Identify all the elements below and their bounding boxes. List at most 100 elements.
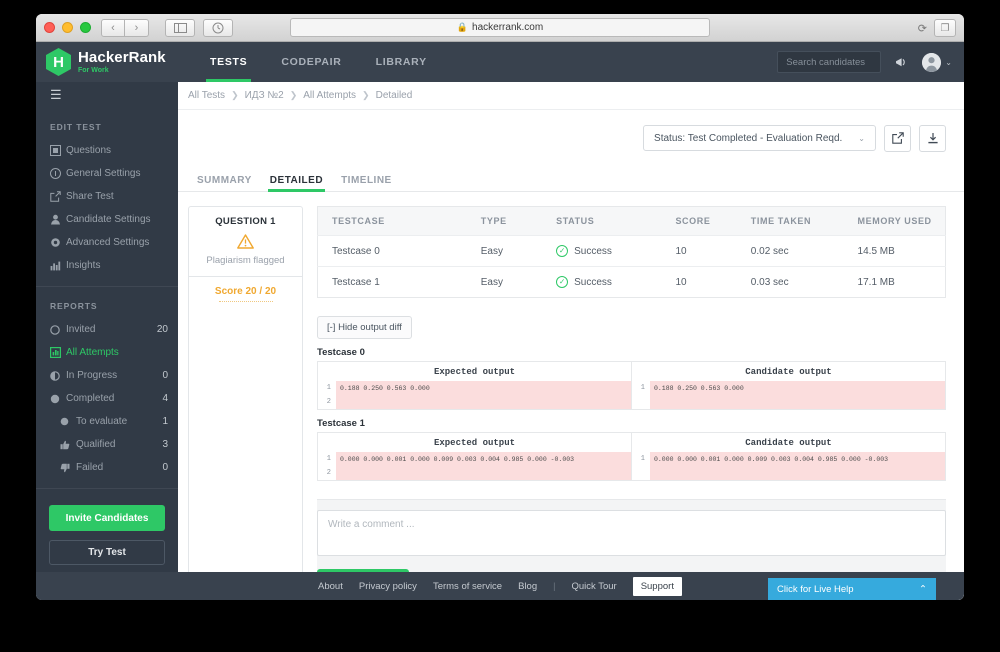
comment-input[interactable] (317, 510, 946, 556)
line-number: 2 (326, 398, 331, 406)
sidebar-item-label: Questions (66, 145, 112, 156)
sidebar-item-count: 1 (162, 416, 168, 427)
top-navigation-bar: H HackerRank For Work TESTS CODEPAIR LIB… (36, 42, 964, 82)
nav-tab-library[interactable]: LIBRARY (359, 42, 444, 82)
sidebar-item-failed[interactable]: Failed 0 (36, 456, 178, 479)
main-content: All Tests ❯ ИДЗ №2 ❯ All Attempts ❯ Deta… (178, 82, 964, 600)
sidebar-item-share-test[interactable]: Share Test (36, 185, 178, 208)
cell-score: 10 (675, 266, 751, 298)
sidebar-item-invited[interactable]: Invited 20 (36, 318, 178, 341)
reload-icon[interactable]: ⟳ (918, 22, 927, 35)
cell-time-taken: 0.02 sec (750, 235, 858, 267)
table-row[interactable]: Testcase 0 Easy ✓ Success 10 0.02 sec 14… (317, 235, 946, 267)
questions-icon (50, 145, 66, 156)
sidebar-item-general-settings[interactable]: General Settings (36, 162, 178, 185)
sidebar-item-count: 0 (162, 462, 168, 473)
try-test-button[interactable]: Try Test (49, 540, 165, 565)
browser-nav-buttons[interactable]: ‹ › (101, 18, 149, 37)
question-card[interactable]: QUESTION 1 Plagiarism flagged Score 20 /… (188, 206, 303, 592)
chart-icon (50, 260, 66, 271)
attempts-icon (50, 347, 66, 358)
expected-output-panel: Expected output 1 0.000 0.000 0.001 0.00… (318, 433, 631, 480)
download-icon[interactable] (919, 124, 946, 152)
address-bar[interactable]: 🔒 hackerrank.com (290, 18, 710, 37)
line-text (650, 466, 945, 480)
history-icon[interactable] (203, 18, 233, 37)
footer-link-privacy-policy[interactable]: Privacy policy (359, 581, 417, 592)
status-dropdown-label: Status: Test Completed - Evaluation Reqd… (654, 132, 843, 144)
footer-link-terms-of-service[interactable]: Terms of service (433, 581, 502, 592)
footer-link-blog[interactable]: Blog (518, 581, 537, 592)
breadcrumb-item-all-tests[interactable]: All Tests (188, 90, 225, 101)
megaphone-icon[interactable] (894, 56, 909, 69)
breadcrumb-separator: ❯ (362, 90, 370, 100)
search-candidates-input[interactable] (777, 51, 882, 73)
table-header-row: TESTCASE TYPE STATUS SCORE TIME TAKEN ME… (317, 206, 946, 236)
tab-summary[interactable]: SUMMARY (188, 175, 261, 192)
diff-line: 2 (318, 466, 631, 480)
filled-circle-icon (60, 417, 76, 426)
sidebar-item-completed[interactable]: Completed 4 (36, 387, 178, 410)
expected-output-header: Expected output (433, 438, 515, 448)
status-dropdown[interactable]: Status: Test Completed - Evaluation Reqd… (643, 125, 876, 151)
live-help-bar[interactable]: Click for Live Help ⌃ (768, 578, 936, 600)
table-row[interactable]: Testcase 1 Easy ✓ Success 10 0.03 sec 17… (317, 266, 946, 298)
gear-icon (50, 237, 66, 248)
sidebar-item-to-evaluate[interactable]: To evaluate 1 (36, 410, 178, 433)
sidebar-item-label: Insights (66, 260, 101, 271)
sidebar-item-label: General Settings (66, 168, 141, 179)
brand-logo[interactable]: H HackerRank For Work (46, 48, 181, 76)
sidebar-item-all-attempts[interactable]: All Attempts (36, 341, 178, 364)
show-tabs-icon[interactable]: ❐ (934, 19, 956, 37)
lock-icon: 🔒 (456, 22, 469, 32)
sidebar-item-advanced-settings[interactable]: Advanced Settings (36, 231, 178, 254)
column-header-testcase: TESTCASE (317, 206, 481, 236)
success-check-icon: ✓ (556, 245, 569, 257)
column-header-time-taken: TIME TAKEN (750, 206, 858, 236)
diff-line: 1 0.000 0.000 0.001 0.000 0.009 0.003 0.… (318, 452, 631, 466)
breadcrumb-item-detailed[interactable]: Detailed (376, 90, 413, 101)
back-button[interactable]: ‹ (101, 18, 125, 37)
cell-testcase: Testcase 0 (317, 235, 481, 267)
candidate-output-panel: Candidate output 1 0.188 0.250 0.563 0.0… (631, 362, 945, 409)
plagiarism-flag-label: Plagiarism flagged (206, 255, 285, 266)
footer-divider: | (553, 581, 556, 591)
sidebar-item-questions[interactable]: Questions (36, 139, 178, 162)
hackerrank-logo-icon: H (46, 48, 71, 76)
sidebar-item-candidate-settings[interactable]: Candidate Settings (36, 208, 178, 231)
invite-candidates-button[interactable]: Invite Candidates (49, 505, 165, 531)
chevron-up-icon: ⌃ (919, 583, 927, 595)
tab-timeline[interactable]: TIMELINE (332, 175, 401, 192)
sidebar-item-label: In Progress (66, 370, 118, 381)
support-button[interactable]: Support (632, 576, 682, 596)
external-link-icon[interactable] (884, 124, 911, 152)
breadcrumb-item-all-attempts[interactable]: All Attempts (303, 90, 356, 101)
nav-tab-tests[interactable]: TESTS (193, 42, 264, 82)
forward-button[interactable]: › (125, 18, 149, 37)
maximize-window-button[interactable] (80, 22, 91, 33)
sidebar-item-in-progress[interactable]: In Progress 0 (36, 364, 178, 387)
minimize-window-button[interactable] (62, 22, 73, 33)
circle-outline-icon (50, 324, 66, 335)
address-bar-actions[interactable]: ⟳ ❐ (918, 19, 956, 37)
sidebar-collapse-button[interactable]: ☰ (36, 82, 178, 108)
sidebar-item-label: Failed (76, 462, 104, 473)
breadcrumb-item-test-name[interactable]: ИДЗ №2 (245, 90, 284, 101)
user-menu[interactable]: ⌄ (922, 52, 952, 72)
sidebar-item-qualified[interactable]: Qualified 3 (36, 433, 178, 456)
close-window-button[interactable] (44, 22, 55, 33)
diff-line: 1 0.000 0.000 0.001 0.000 0.009 0.003 0.… (632, 452, 945, 466)
nav-tab-codepair[interactable]: CODEPAIR (264, 42, 358, 82)
footer-link-quick-tour[interactable]: Quick Tour (571, 581, 616, 592)
tab-detailed[interactable]: DETAILED (261, 175, 332, 192)
sidebar-item-insights[interactable]: Insights (36, 254, 178, 277)
diff-label-testcase-0: Testcase 0 (317, 347, 365, 358)
line-text: 0.000 0.000 0.001 0.000 0.009 0.003 0.00… (336, 452, 631, 466)
window-controls[interactable] (44, 22, 91, 33)
sidebar-toggle-icon[interactable] (165, 18, 195, 37)
line-text: 0.188 0.250 0.563 0.000 (650, 381, 945, 395)
hide-output-diff-button[interactable]: [-] Hide output diff (317, 316, 412, 339)
line-text (336, 395, 631, 409)
live-help-label: Click for Live Help (777, 583, 854, 595)
footer-link-about[interactable]: About (318, 581, 343, 592)
